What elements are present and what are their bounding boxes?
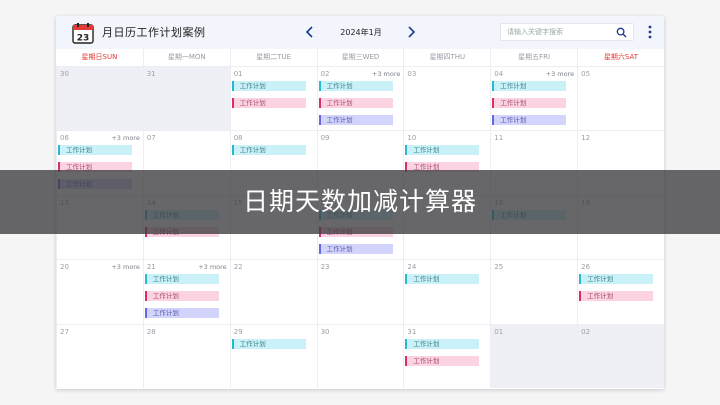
event-item[interactable]: 工作计划 xyxy=(405,355,480,366)
event-item[interactable]: 工作计划 xyxy=(405,145,480,156)
day-number: 24 xyxy=(407,263,417,272)
day-number: 31 xyxy=(407,327,417,336)
day-cell[interactable]: 20 +3 more xyxy=(56,259,143,324)
event-item[interactable]: 工作计划 xyxy=(318,81,393,91)
more-events-link[interactable]: +3 more xyxy=(111,134,140,142)
day-number: 26 xyxy=(581,263,591,272)
day-cell[interactable]: 02 +3 more 工作计划 工作计划 工作计划 xyxy=(316,66,404,131)
day-number: 31 xyxy=(146,70,156,78)
day-number: 01 xyxy=(233,70,243,78)
day-number: 06 xyxy=(60,134,69,143)
day-cell[interactable]: 31 xyxy=(142,66,230,131)
day-number: 21 xyxy=(146,263,156,272)
day-cell[interactable]: 28 xyxy=(142,323,230,388)
day-number: 20 xyxy=(60,263,69,272)
event-item[interactable]: 工作计划 xyxy=(318,115,393,125)
day-cell[interactable]: 03 xyxy=(403,66,491,131)
day-number: 09 xyxy=(320,134,330,143)
more-events-link[interactable]: +3 more xyxy=(372,70,401,78)
more-events-link[interactable]: +3 more xyxy=(111,263,140,271)
event-item[interactable]: 工作计划 xyxy=(405,338,480,349)
calendar-logo-icon: 23 xyxy=(72,23,94,44)
more-events-link[interactable]: +3 more xyxy=(198,263,227,271)
day-number: 03 xyxy=(407,70,417,78)
day-number: 10 xyxy=(407,134,417,143)
more-events-link[interactable]: +3 more xyxy=(546,70,575,78)
day-cell[interactable]: 02 xyxy=(577,323,664,388)
day-number: 07 xyxy=(146,134,156,143)
event-item[interactable]: 工作计划 xyxy=(579,291,654,302)
search-box xyxy=(500,23,634,41)
event-item[interactable]: 工作计划 xyxy=(318,98,393,108)
day-number: 27 xyxy=(60,327,69,336)
event-item[interactable]: 工作计划 xyxy=(144,308,219,319)
calendar-header: 23 月日历工作计划案例 2024年1月 xyxy=(56,16,664,49)
weekday-label: 星期五FRI xyxy=(490,49,577,66)
day-cell[interactable]: 30 xyxy=(316,323,404,388)
day-cell[interactable]: 04 +3 more 工作计划 工作计划 工作计划 xyxy=(490,66,578,131)
day-number: 23 xyxy=(320,263,330,272)
day-number: 02 xyxy=(581,327,591,336)
banner-title: 日期天数加减计算器 xyxy=(242,187,477,216)
day-number: 02 xyxy=(320,70,330,78)
day-cell[interactable]: 31 工作计划 工作计划 xyxy=(403,323,491,388)
more-menu-icon[interactable] xyxy=(645,24,655,40)
day-cell[interactable]: 21 +3 more 工作计划 工作计划 工作计划 xyxy=(142,259,230,324)
prev-month-button[interactable] xyxy=(304,25,316,39)
weekday-label: 星期二TUE xyxy=(229,49,317,66)
day-cell[interactable]: 22 xyxy=(229,259,317,324)
next-month-button[interactable] xyxy=(405,25,417,39)
day-number: 04 xyxy=(494,70,504,78)
day-number: 08 xyxy=(233,134,243,143)
event-item[interactable]: 工作计划 xyxy=(231,145,306,156)
day-cell[interactable]: 23 xyxy=(316,259,404,324)
day-number: 05 xyxy=(581,70,591,78)
event-item[interactable]: 工作计划 xyxy=(492,81,567,91)
day-number: 01 xyxy=(494,327,504,336)
day-cell[interactable]: 27 xyxy=(56,323,143,388)
day-cell[interactable]: 30 xyxy=(56,66,143,131)
current-month-label: 2024年1月 xyxy=(340,28,382,37)
weekday-label: 星期六SAT xyxy=(577,49,664,66)
event-item[interactable]: 工作计划 xyxy=(144,291,219,302)
weekday-label: 星期四THU xyxy=(403,49,490,66)
day-cell[interactable]: 01 xyxy=(490,323,578,388)
day-number: 28 xyxy=(146,327,156,336)
event-item[interactable]: 工作计划 xyxy=(405,274,480,285)
day-cell[interactable]: 26 工作计划 工作计划 xyxy=(577,259,664,324)
event-item[interactable]: 工作计划 xyxy=(144,274,219,285)
day-cell[interactable]: 29 工作计划 xyxy=(229,323,317,388)
day-number: 25 xyxy=(494,263,504,272)
day-cell[interactable]: 01 工作计划 工作计划 xyxy=(229,66,317,131)
day-number: 12 xyxy=(581,134,591,143)
event-item[interactable]: 工作计划 xyxy=(231,98,306,108)
weekday-label: 星期日SUN xyxy=(81,53,118,61)
day-cell[interactable]: 24 工作计划 xyxy=(403,259,491,324)
weekday-header: 星期日SUN 星期一MON 星期二TUE 星期三WED 星期四THU 星期五FRI 星期六S… xyxy=(56,49,664,67)
search-input[interactable] xyxy=(507,26,605,38)
day-cell[interactable]: 25 xyxy=(490,259,578,324)
day-number: 30 xyxy=(60,70,69,78)
weekday-label: 星期一MON xyxy=(142,49,230,66)
event-item[interactable]: 工作计划 xyxy=(231,81,306,91)
app-title: 月日历工作计划案例 xyxy=(102,26,206,39)
day-number: 22 xyxy=(233,263,243,272)
event-item[interactable]: 工作计划 xyxy=(579,274,654,285)
search-icon[interactable] xyxy=(616,27,627,38)
day-number: 11 xyxy=(494,134,504,143)
event-item[interactable]: 工作计划 xyxy=(492,98,567,108)
event-item[interactable]: 工作计划 xyxy=(318,243,393,254)
weekday-label: 星期三WED xyxy=(316,49,404,66)
day-number: 29 xyxy=(233,327,243,336)
day-number: 30 xyxy=(320,327,330,336)
event-item[interactable]: 工作计划 xyxy=(58,145,132,156)
event-item[interactable]: 工作计划 xyxy=(492,115,567,125)
banner-overlay: 日期天数加减计算器 xyxy=(0,170,720,234)
logo-day-number: 23 xyxy=(77,34,90,44)
day-cell[interactable]: 05 xyxy=(577,66,664,131)
event-item[interactable]: 工作计划 xyxy=(231,338,306,349)
